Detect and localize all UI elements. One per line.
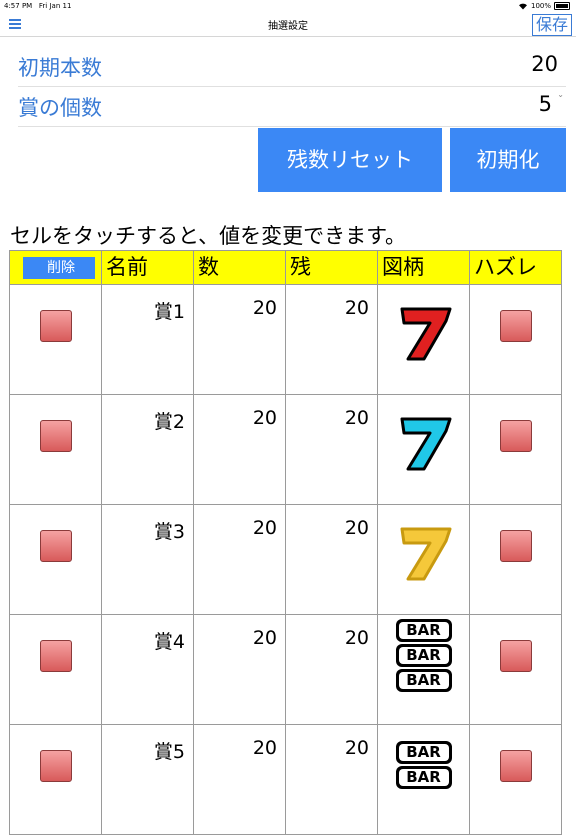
delete-checkbox[interactable] (39, 750, 72, 782)
delete-button[interactable]: 削除 (23, 257, 95, 279)
name-cell[interactable]: 賞4 (101, 614, 194, 725)
miss-cell (469, 614, 562, 725)
prize-count-row: 賞の個数 5 ⌄ (18, 86, 566, 127)
triple-bar-icon: BAR BAR BAR (378, 619, 469, 692)
prize-count-label: 賞の個数 (18, 96, 102, 120)
remaining-cell[interactable]: 20 (285, 394, 378, 505)
miss-checkbox[interactable] (499, 530, 532, 562)
name-cell[interactable]: 賞5 (101, 724, 194, 835)
delete-cell (9, 614, 102, 725)
header-symbol: 図柄 (377, 250, 470, 285)
bar-symbol: BAR (395, 619, 452, 642)
initialize-button[interactable]: 初期化 (450, 128, 566, 192)
initial-count-label: 初期本数 (18, 56, 102, 80)
page-title: 抽選設定 (268, 21, 308, 32)
battery-percent: 100% (530, 2, 551, 10)
header-delete: 削除 (9, 250, 102, 285)
initial-count-value[interactable]: 20 (531, 52, 558, 76)
initial-count-row: 初期本数 20 (18, 46, 566, 87)
count-cell[interactable]: 20 (193, 284, 286, 395)
status-bar: 4:57 PM Fri Jan 11 100% (0, 0, 576, 12)
wifi-icon (518, 3, 527, 10)
symbol-cell[interactable]: BAR BAR BAR (377, 614, 470, 725)
remaining-cell[interactable]: 20 (285, 504, 378, 615)
status-right: 100% (518, 0, 570, 12)
miss-checkbox[interactable] (499, 750, 532, 782)
count-cell[interactable]: 20 (193, 614, 286, 725)
header-name: 名前 (101, 250, 194, 285)
count-cell[interactable]: 20 (193, 394, 286, 505)
name-cell[interactable]: 賞3 (101, 504, 194, 615)
delete-checkbox[interactable] (39, 640, 72, 672)
cyan-seven-icon (400, 417, 451, 471)
double-bar-icon: BAR BAR (378, 741, 469, 789)
battery-icon (554, 2, 570, 10)
remaining-cell[interactable]: 20 (285, 724, 378, 835)
name-cell[interactable]: 賞1 (101, 284, 194, 395)
status-time-date: 4:57 PM Fri Jan 11 (4, 0, 71, 12)
delete-checkbox[interactable] (39, 420, 72, 452)
name-cell[interactable]: 賞2 (101, 394, 194, 505)
delete-checkbox[interactable] (39, 530, 72, 562)
delete-checkbox[interactable] (39, 310, 72, 342)
delete-cell (9, 504, 102, 615)
header-miss: ハズレ (469, 250, 562, 285)
miss-checkbox[interactable] (499, 420, 532, 452)
delete-cell (9, 284, 102, 395)
remaining-cell[interactable]: 20 (285, 284, 378, 395)
symbol-cell[interactable]: BAR BAR (377, 724, 470, 835)
miss-cell (469, 284, 562, 395)
table-row: 賞3 20 20 (9, 504, 562, 615)
miss-cell (469, 394, 562, 505)
status-date: Fri Jan 11 (38, 2, 72, 10)
save-button[interactable]: 保存 (531, 14, 572, 36)
gold-seven-icon (400, 527, 451, 581)
instructions-text: セルをタッチすると、値を変更できます。 (10, 224, 407, 248)
delete-cell (9, 394, 102, 505)
red-seven-icon (400, 307, 451, 361)
count-cell[interactable]: 20 (193, 724, 286, 835)
symbol-cell[interactable] (377, 394, 470, 505)
delete-cell (9, 724, 102, 835)
symbol-cell[interactable] (377, 504, 470, 615)
prize-count-value[interactable]: 5 (539, 92, 552, 116)
status-time: 4:57 PM (4, 2, 33, 10)
miss-cell (469, 504, 562, 615)
reset-remaining-button[interactable]: 残数リセット (258, 128, 442, 192)
table-row: 賞5 20 20 BAR BAR (9, 724, 562, 835)
miss-checkbox[interactable] (499, 310, 532, 342)
count-cell[interactable]: 20 (193, 504, 286, 615)
bar-symbol: BAR (395, 669, 452, 692)
bar-symbol: BAR (395, 741, 452, 764)
navigation-bar: 抽選設定 保存 (0, 12, 576, 37)
table-row: 賞1 20 20 (9, 284, 562, 395)
stepper-icon[interactable]: ⌄ (557, 90, 564, 99)
remaining-cell[interactable]: 20 (285, 614, 378, 725)
table-row: 賞2 20 20 (9, 394, 562, 505)
table-header-row: 削除 名前 数 残 図柄 ハズレ (9, 250, 562, 285)
miss-checkbox[interactable] (499, 640, 532, 672)
symbol-cell[interactable] (377, 284, 470, 395)
bar-symbol: BAR (395, 766, 452, 789)
table-row: 賞4 20 20 BAR BAR BAR (9, 614, 562, 725)
bar-symbol: BAR (395, 644, 452, 667)
header-remaining: 残 (285, 250, 378, 285)
miss-cell (469, 724, 562, 835)
prize-table: 削除 名前 数 残 図柄 ハズレ 賞1 20 20 賞2 20 20 賞3 20… (9, 250, 562, 835)
header-count: 数 (193, 250, 286, 285)
